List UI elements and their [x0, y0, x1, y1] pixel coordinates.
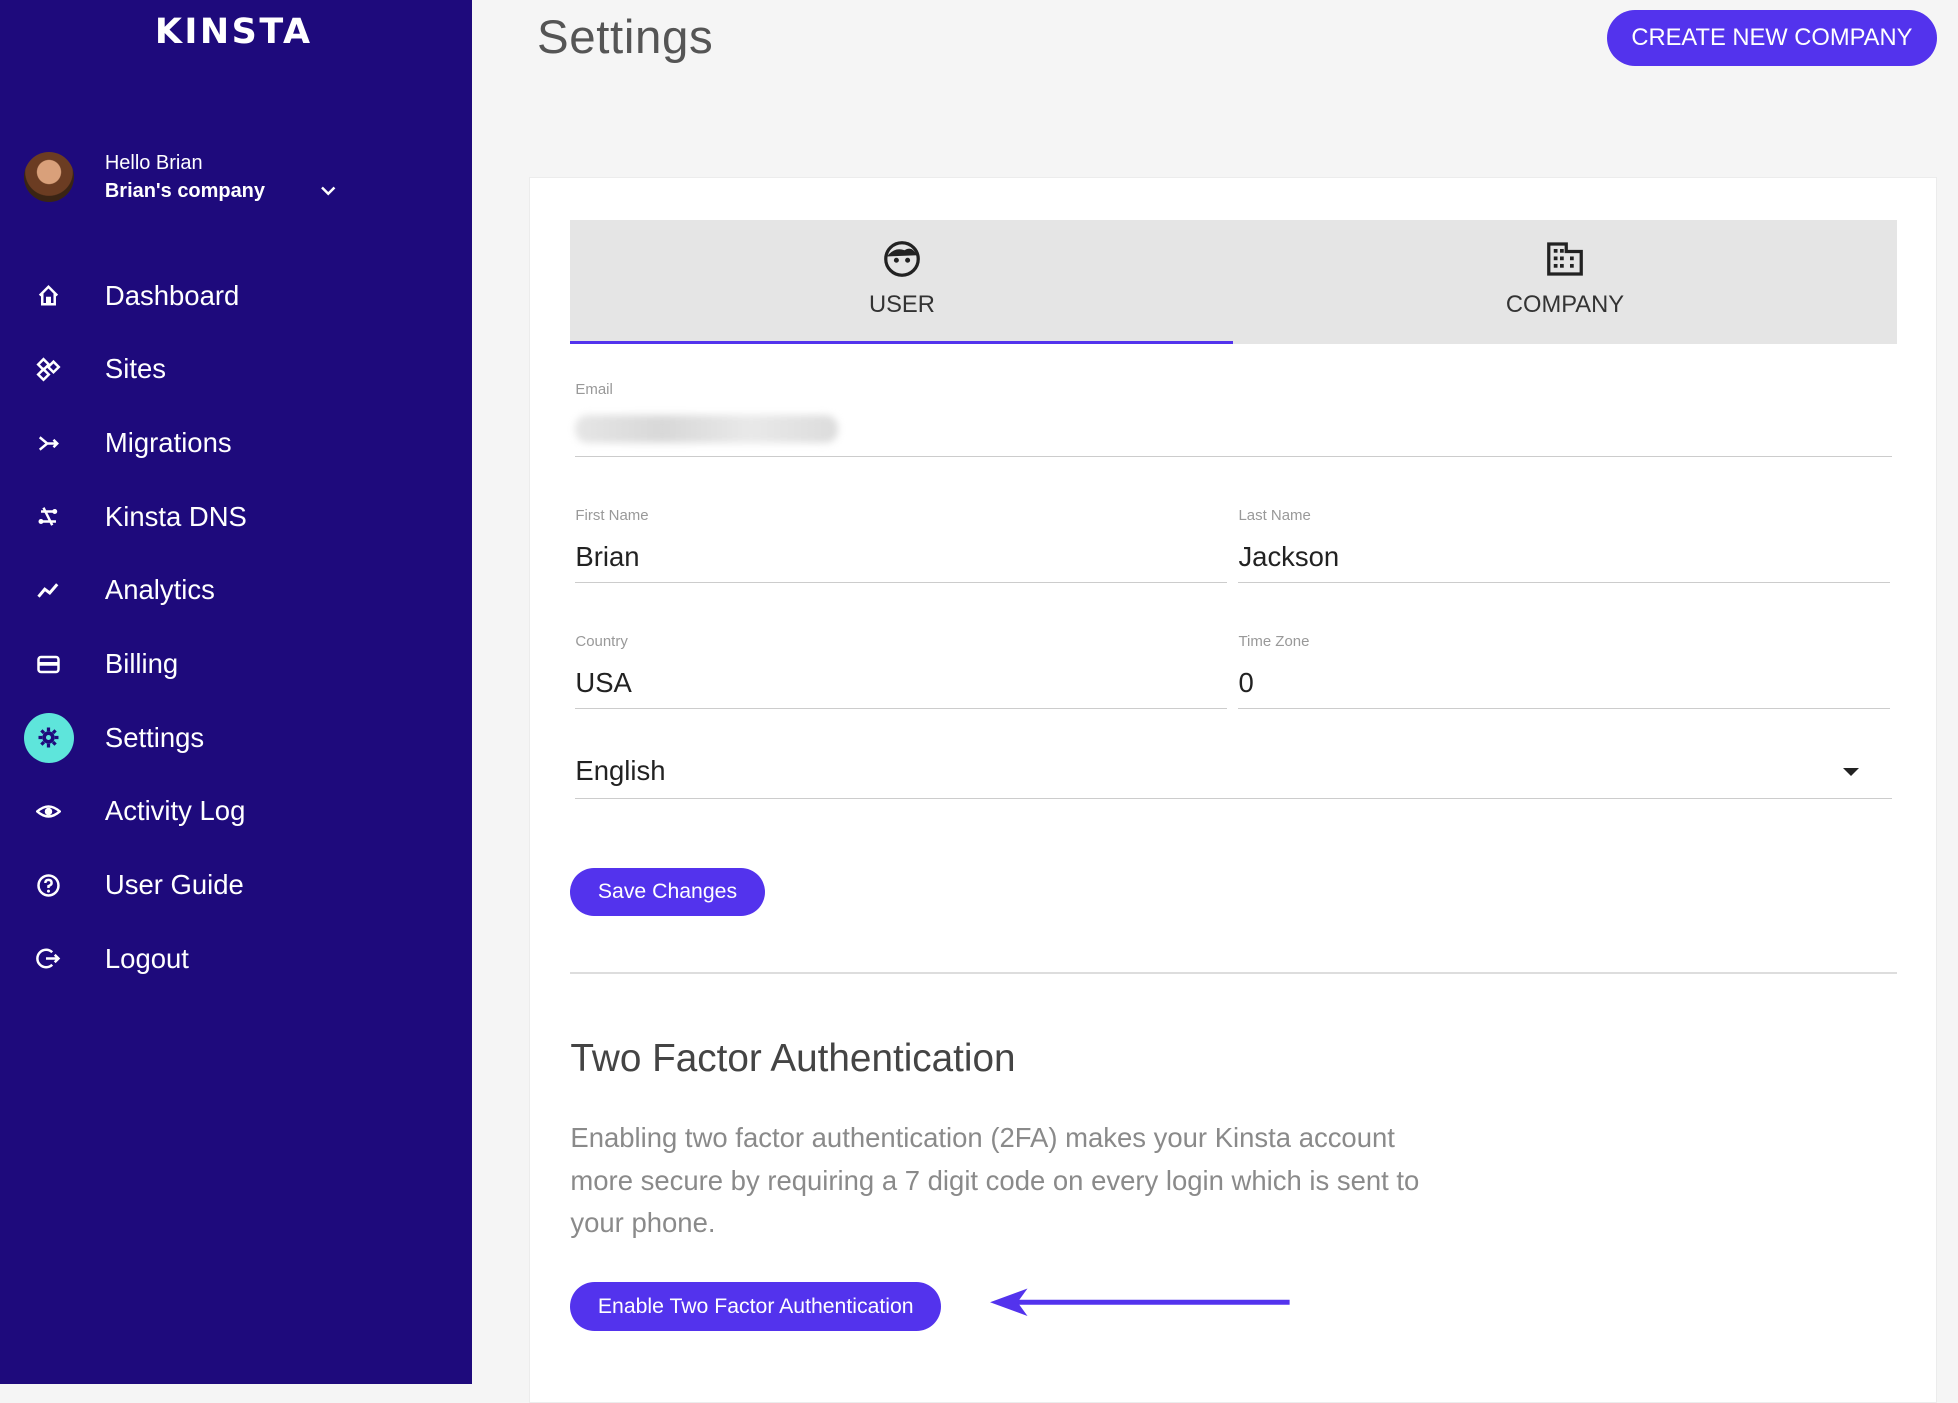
tab-label: USER: [868, 291, 935, 318]
last-name-field[interactable]: Last Name Jackson: [1238, 506, 1891, 584]
home-icon: [24, 271, 74, 321]
sidebar-item-label: Kinsta DNS: [104, 500, 247, 532]
building-icon: [1547, 242, 1583, 277]
first-name-field[interactable]: First Name Brian: [575, 506, 1228, 584]
language-value: English: [575, 755, 666, 787]
sidebar-item-label: Settings: [104, 721, 205, 753]
settings-card: USER COMPANY Email First Name Brian Last…: [529, 177, 1938, 1403]
email-input[interactable]: [575, 415, 1892, 458]
sidebar-item-label: User Guide: [104, 869, 244, 901]
tfa-title: Two Factor Authentication: [570, 1037, 1016, 1081]
time-zone-field[interactable]: Time Zone 0: [1238, 632, 1891, 710]
company-name: Brian's company: [104, 179, 265, 202]
time-zone-label: Time Zone: [1238, 632, 1310, 650]
migrations-icon: [24, 418, 74, 468]
sidebar-item-label: Dashboard: [104, 279, 240, 311]
email-label: Email: [575, 380, 613, 398]
billing-icon: [24, 639, 74, 689]
first-name-input[interactable]: Brian: [575, 541, 1228, 584]
sidebar-item-settings[interactable]: Settings: [0, 702, 472, 776]
email-field[interactable]: Email: [575, 380, 1892, 458]
face-icon: [884, 241, 920, 278]
gear-icon: [23, 712, 74, 763]
tab-user[interactable]: USER: [570, 220, 1234, 345]
last-name-label: Last Name: [1238, 506, 1311, 524]
save-changes-button[interactable]: Save Changes: [570, 867, 765, 917]
sites-icon: [24, 345, 74, 395]
sidebar-item-activity-log[interactable]: Activity Log: [0, 775, 472, 849]
sidebar-item-label: Activity Log: [104, 795, 246, 827]
sidebar-item-dashboard[interactable]: Dashboard: [0, 260, 472, 334]
kinsta-logo[interactable]: KINSTA: [155, 12, 313, 52]
company-switcher[interactable]: Hello Brian Brian's company: [23, 152, 449, 207]
sidebar-item-label: Billing: [104, 648, 179, 680]
country-input[interactable]: USA: [575, 667, 1228, 710]
last-name-input[interactable]: Jackson: [1238, 541, 1891, 584]
logout-icon: [24, 934, 74, 984]
time-zone-input[interactable]: 0: [1238, 667, 1891, 710]
user-greeting: Hello Brian: [104, 152, 203, 175]
sidebar-item-label: Sites: [104, 353, 166, 385]
sidebar-item-label: Migrations: [104, 427, 232, 459]
sidebar: KINSTA Hello Brian Brian's company Dashb…: [0, 0, 472, 1384]
settings-tabs: USER COMPANY: [570, 219, 1897, 345]
redacted-email: [575, 415, 838, 443]
sidebar-item-logout[interactable]: Logout: [0, 923, 472, 997]
tab-company[interactable]: COMPANY: [1233, 220, 1896, 345]
country-field[interactable]: Country USA: [575, 632, 1228, 710]
sidebar-item-label: Analytics: [104, 574, 215, 606]
dns-icon: [24, 492, 74, 542]
tfa-description: Enabling two factor authentication (2FA)…: [570, 1122, 1420, 1239]
create-new-company-button[interactable]: CREATE NEW COMPANY: [1607, 9, 1937, 67]
tab-label: COMPANY: [1505, 291, 1625, 318]
sidebar-item-user-guide[interactable]: User Guide: [0, 849, 472, 923]
sidebar-item-migrations[interactable]: Migrations: [0, 407, 472, 481]
language-select[interactable]: English: [575, 753, 1892, 799]
caret-down-icon: [1843, 767, 1860, 777]
first-name-label: First Name: [575, 506, 649, 524]
chevron-down-icon[interactable]: [317, 180, 339, 202]
eye-icon: [24, 787, 74, 837]
sidebar-nav: Dashboard Sites Migrations Kinsta DNS An…: [0, 260, 472, 997]
help-icon: [24, 860, 74, 910]
sidebar-item-sites[interactable]: Sites: [0, 333, 472, 407]
sidebar-item-billing[interactable]: Billing: [0, 628, 472, 702]
country-label: Country: [575, 632, 628, 650]
divider: [570, 972, 1897, 974]
sidebar-item-label: Logout: [104, 942, 189, 974]
analytics-icon: [24, 566, 74, 616]
page-title: Settings: [536, 10, 714, 64]
arrow-left-icon: [990, 1288, 1290, 1317]
sidebar-item-analytics[interactable]: Analytics: [0, 554, 472, 628]
avatar: [23, 152, 74, 203]
enable-2fa-button[interactable]: Enable Two Factor Authentication: [570, 1282, 942, 1331]
sidebar-item-kinsta-dns[interactable]: Kinsta DNS: [0, 481, 472, 555]
